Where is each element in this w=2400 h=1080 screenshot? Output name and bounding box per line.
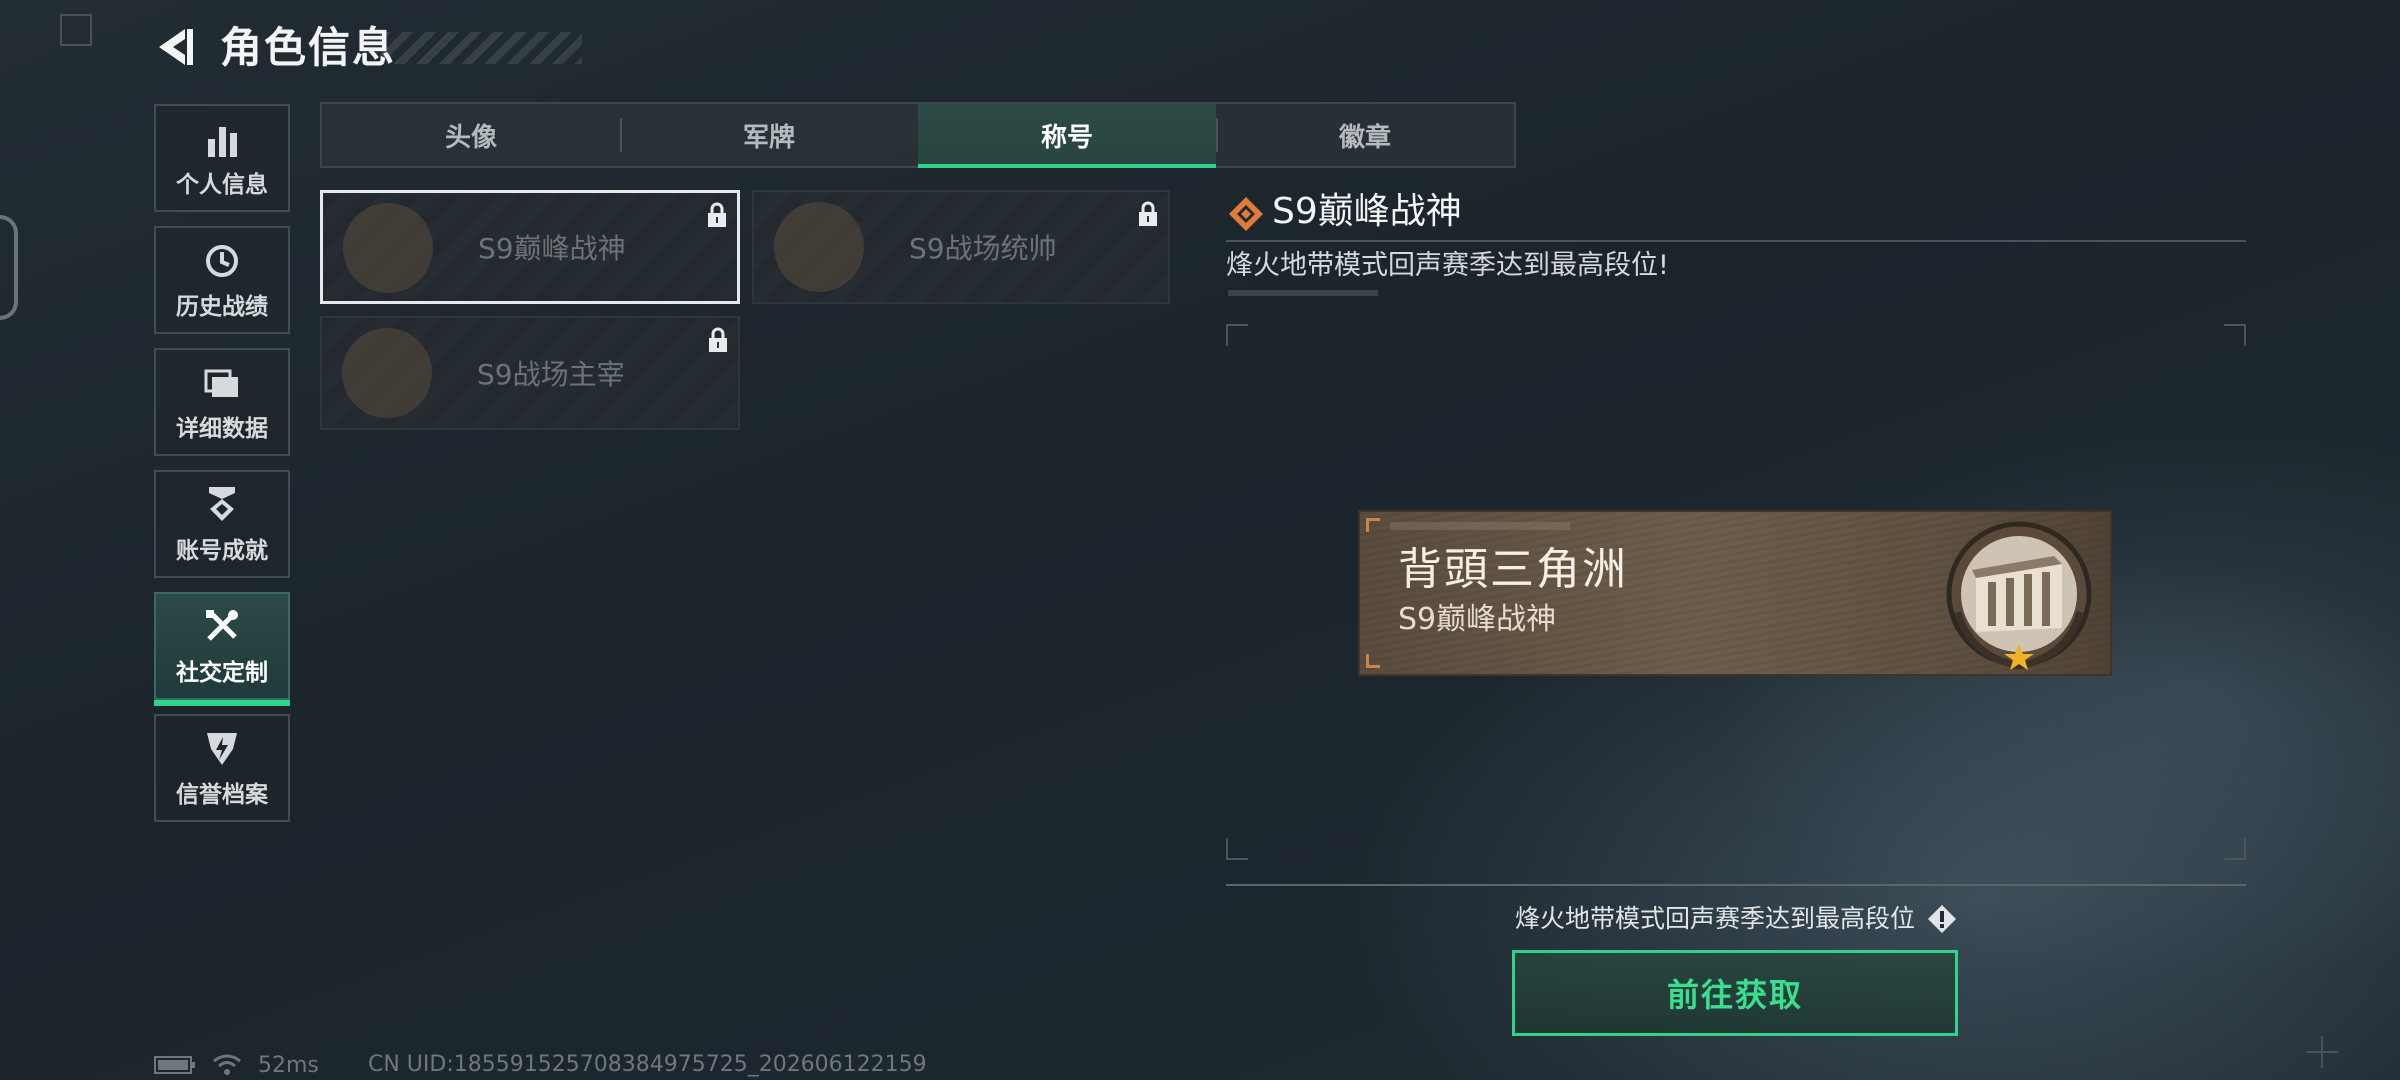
bar-chart-icon [205,117,239,157]
title-card[interactable]: S9巅峰战神 [320,190,740,304]
uid-text: CN UID:185591525708384975725_20260612215… [368,1052,927,1077]
title-emblem [342,328,432,418]
plate-corner [1366,518,1380,532]
title-card-name: S9战场统帅 [909,232,1057,265]
sidebar-item-label: 账号成就 [176,538,268,564]
frame-corner [2224,324,2246,346]
sidebar-item-label: 历史战绩 [176,294,268,320]
status-bar: 52ms [154,1050,319,1080]
lock-icon [709,327,727,352]
divider [1226,240,2246,242]
frame-corner [1226,838,1248,860]
back-button[interactable] [150,22,200,72]
info-diamond-icon[interactable] [1927,904,1957,934]
go-obtain-button[interactable]: 前往获取 [1512,950,1958,1036]
medal-icon [205,483,239,523]
sidebar-item-personal-info[interactable]: 个人信息 [154,104,290,212]
sidebar-item-detail-data[interactable]: 详细数据 [154,348,290,456]
lock-icon [1139,201,1157,226]
side-bracket [0,215,18,320]
clock-history-icon [204,239,240,279]
wifi-icon [213,1054,241,1075]
title-card[interactable]: S9战场主宰 [320,316,740,430]
sidebar-item-label: 个人信息 [176,172,268,198]
title-emblem-icon [1946,521,2092,670]
sidebar-item-achievements[interactable]: 账号成就 [154,470,290,578]
divider [1226,884,2246,886]
folder-icon [204,361,240,401]
corner-square [60,14,92,46]
tools-icon [203,605,241,645]
title-card-name: S9巅峰战神 [478,232,626,265]
tab-bar: 头像 军牌 称号 徽章 [320,102,1516,168]
page-title: 角色信息 [220,23,397,72]
title-diamond-icon [1229,197,1263,231]
sidebar-item-label: 详细数据 [176,416,268,442]
sidebar-item-history[interactable]: 历史战绩 [154,226,290,334]
title-card[interactable]: S9战场统帅 [752,190,1170,304]
requirement-text: 烽火地带模式回声赛季达到最高段位 [1514,904,1915,933]
frame-corner [2224,838,2246,860]
detail-title: S9巅峰战神 [1272,191,1462,232]
faint-caption [1228,290,1378,296]
plate-corner [1366,654,1380,668]
sidebar-item-label: 社交定制 [176,660,268,686]
title-card-name: S9战场主宰 [477,358,625,391]
tab-title[interactable]: 称号 [918,104,1216,168]
title-stripe [380,32,582,64]
sidebar-item-reputation[interactable]: 信誉档案 [154,714,290,822]
title-emblem [774,202,864,292]
detail-description: 烽火地带模式回声赛季达到最高段位! [1226,250,1669,281]
ping-text: 52ms [258,1052,319,1078]
frame-corner [1226,324,1248,346]
crosshair-mark [2306,1036,2338,1068]
title-emblem [343,203,433,293]
tab-badge[interactable]: 徽章 [1216,104,1514,166]
nameplate-title: S9巅峰战神 [1398,602,1557,637]
battery-icon [154,1056,195,1074]
nameplate-preview: 背頭三角洲 S9巅峰战神 [1358,510,2112,676]
sidebar-item-social-custom[interactable]: 社交定制 [154,592,290,706]
sidebar-item-label: 信誉档案 [176,782,268,808]
plate-faint-text [1390,522,1570,530]
tab-dog-tag[interactable]: 军牌 [620,104,918,166]
nameplate-player-name: 背頭三角洲 [1398,544,1628,595]
lock-icon [708,202,726,227]
shield-lightning-icon [205,727,239,767]
tab-avatar[interactable]: 头像 [322,104,620,166]
back-arrow-icon [159,29,193,65]
requirement-row: 烽火地带模式回声赛季达到最高段位 [1226,900,2246,938]
